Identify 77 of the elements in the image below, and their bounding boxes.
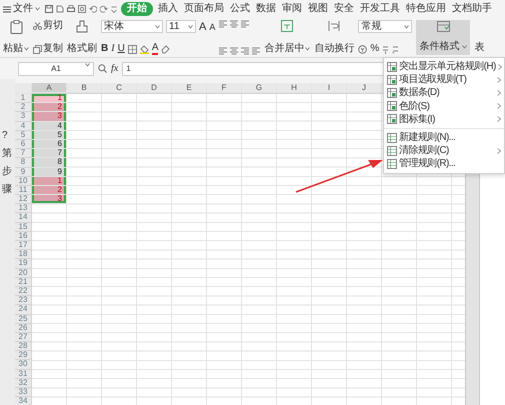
copy-button[interactable]: 复制	[33, 43, 63, 55]
ribbon-tab[interactable]: 开发工具	[359, 2, 401, 16]
ribbon-tab[interactable]: 视图	[307, 2, 329, 16]
format-painter-button[interactable]: 格式刷	[67, 43, 97, 55]
paste-button[interactable]: 粘贴	[3, 43, 29, 55]
row-header[interactable]: 8	[15, 158, 32, 168]
row-header[interactable]: 13	[15, 204, 32, 214]
menu-item[interactable]: 数据条(D)	[384, 86, 504, 100]
row-header[interactable]: 1	[15, 94, 32, 104]
font-size-field[interactable]: 11	[166, 20, 196, 33]
column-header[interactable]: G	[242, 83, 277, 93]
text-fragment: ?	[2, 131, 8, 141]
menu-item[interactable]: 项目选取规则(T)	[384, 73, 504, 86]
table-cell: 2	[32, 103, 67, 112]
ribbon-tab[interactable]: 审阅	[281, 2, 303, 16]
row-header[interactable]: 7	[15, 149, 32, 158]
ribbon-tab[interactable]: 页面布局	[183, 2, 225, 16]
column-header[interactable]: D	[137, 83, 172, 93]
file-menu[interactable]: 文件	[2, 2, 41, 16]
cut-button[interactable]: 剪切	[33, 20, 63, 32]
row-header[interactable]: 33	[15, 388, 32, 398]
font-name-field[interactable]: 宋体	[101, 20, 163, 33]
column-header[interactable]: B	[67, 83, 102, 93]
column-header[interactable]: A	[32, 83, 67, 93]
shrink-font-button[interactable]: A	[209, 20, 216, 32]
menu-item[interactable]: 管理规则(R)...	[384, 157, 504, 170]
text-fragment: 骤	[2, 185, 12, 195]
row-header[interactable]: 24	[15, 305, 32, 314]
row-header[interactable]: 18	[15, 250, 32, 260]
table-cell: 7	[32, 149, 67, 158]
grow-font-button[interactable]: A	[199, 20, 206, 32]
menu-item[interactable]: 清除规则(C)	[384, 144, 504, 158]
row-header[interactable]: 19	[15, 259, 32, 269]
underline-button[interactable]: U	[118, 43, 125, 55]
row-header[interactable]: 23	[15, 296, 32, 306]
ribbon-tab[interactable]: 公式	[229, 2, 251, 16]
ribbon-tab[interactable]: 插入	[157, 2, 179, 16]
column-header[interactable]: J	[347, 83, 382, 93]
table-cell: 3	[32, 195, 67, 204]
column-header[interactable]: F	[207, 83, 242, 93]
italic-button[interactable]: I	[111, 43, 115, 55]
column-header[interactable]: E	[172, 83, 207, 93]
text-fragment: 第	[2, 149, 12, 159]
column-header[interactable]: C	[102, 83, 137, 93]
table-cell: 8	[32, 158, 67, 168]
bold-button[interactable]: B	[101, 43, 108, 55]
wrap-text-button[interactable]: 自动换行	[314, 43, 354, 55]
row-header[interactable]: 12	[15, 195, 32, 204]
column-header[interactable]: H	[277, 83, 312, 93]
name-box[interactable]: A1	[18, 62, 94, 76]
column-header[interactable]: I	[312, 83, 347, 93]
ribbon-tab[interactable]: 特色应用	[405, 2, 447, 16]
merge-center-button[interactable]: 合并居中	[264, 43, 310, 55]
menu-item[interactable]: 图标集(I)	[384, 112, 504, 126]
row-header[interactable]: 34	[15, 397, 32, 405]
row-header[interactable]: 2	[15, 103, 32, 112]
row-header[interactable]: 29	[15, 351, 32, 360]
toolbar-label: 表	[474, 40, 484, 55]
text-fragment: 步	[2, 167, 12, 177]
font-color-button[interactable]: A	[152, 43, 158, 55]
row-header[interactable]: 30	[15, 360, 32, 370]
ribbon-tab[interactable]: 数据	[255, 2, 277, 16]
table-cell: 3	[32, 112, 67, 122]
row-header[interactable]: 14	[15, 213, 32, 223]
menu-item[interactable]: 新建规则(N)...	[384, 130, 504, 144]
conditional-format-label: 条件格式	[419, 40, 460, 54]
fx-label[interactable]: fx	[111, 61, 118, 76]
row-header[interactable]: 28	[15, 342, 32, 352]
ribbon-tab[interactable]: 安全	[333, 2, 355, 16]
menu-item[interactable]: 色阶(S)	[384, 100, 504, 113]
row-header[interactable]: 3	[15, 112, 32, 122]
row-header[interactable]: 17	[15, 241, 32, 250]
ribbon-tab[interactable]: 文档助手	[451, 2, 493, 16]
conditional-format-button[interactable]: 条件格式	[416, 20, 470, 55]
menu-item[interactable]: 突出显示单元格规则(H)	[384, 60, 504, 74]
number-format-field[interactable]: 常规	[358, 20, 412, 33]
percent-button[interactable]: %	[370, 43, 380, 55]
